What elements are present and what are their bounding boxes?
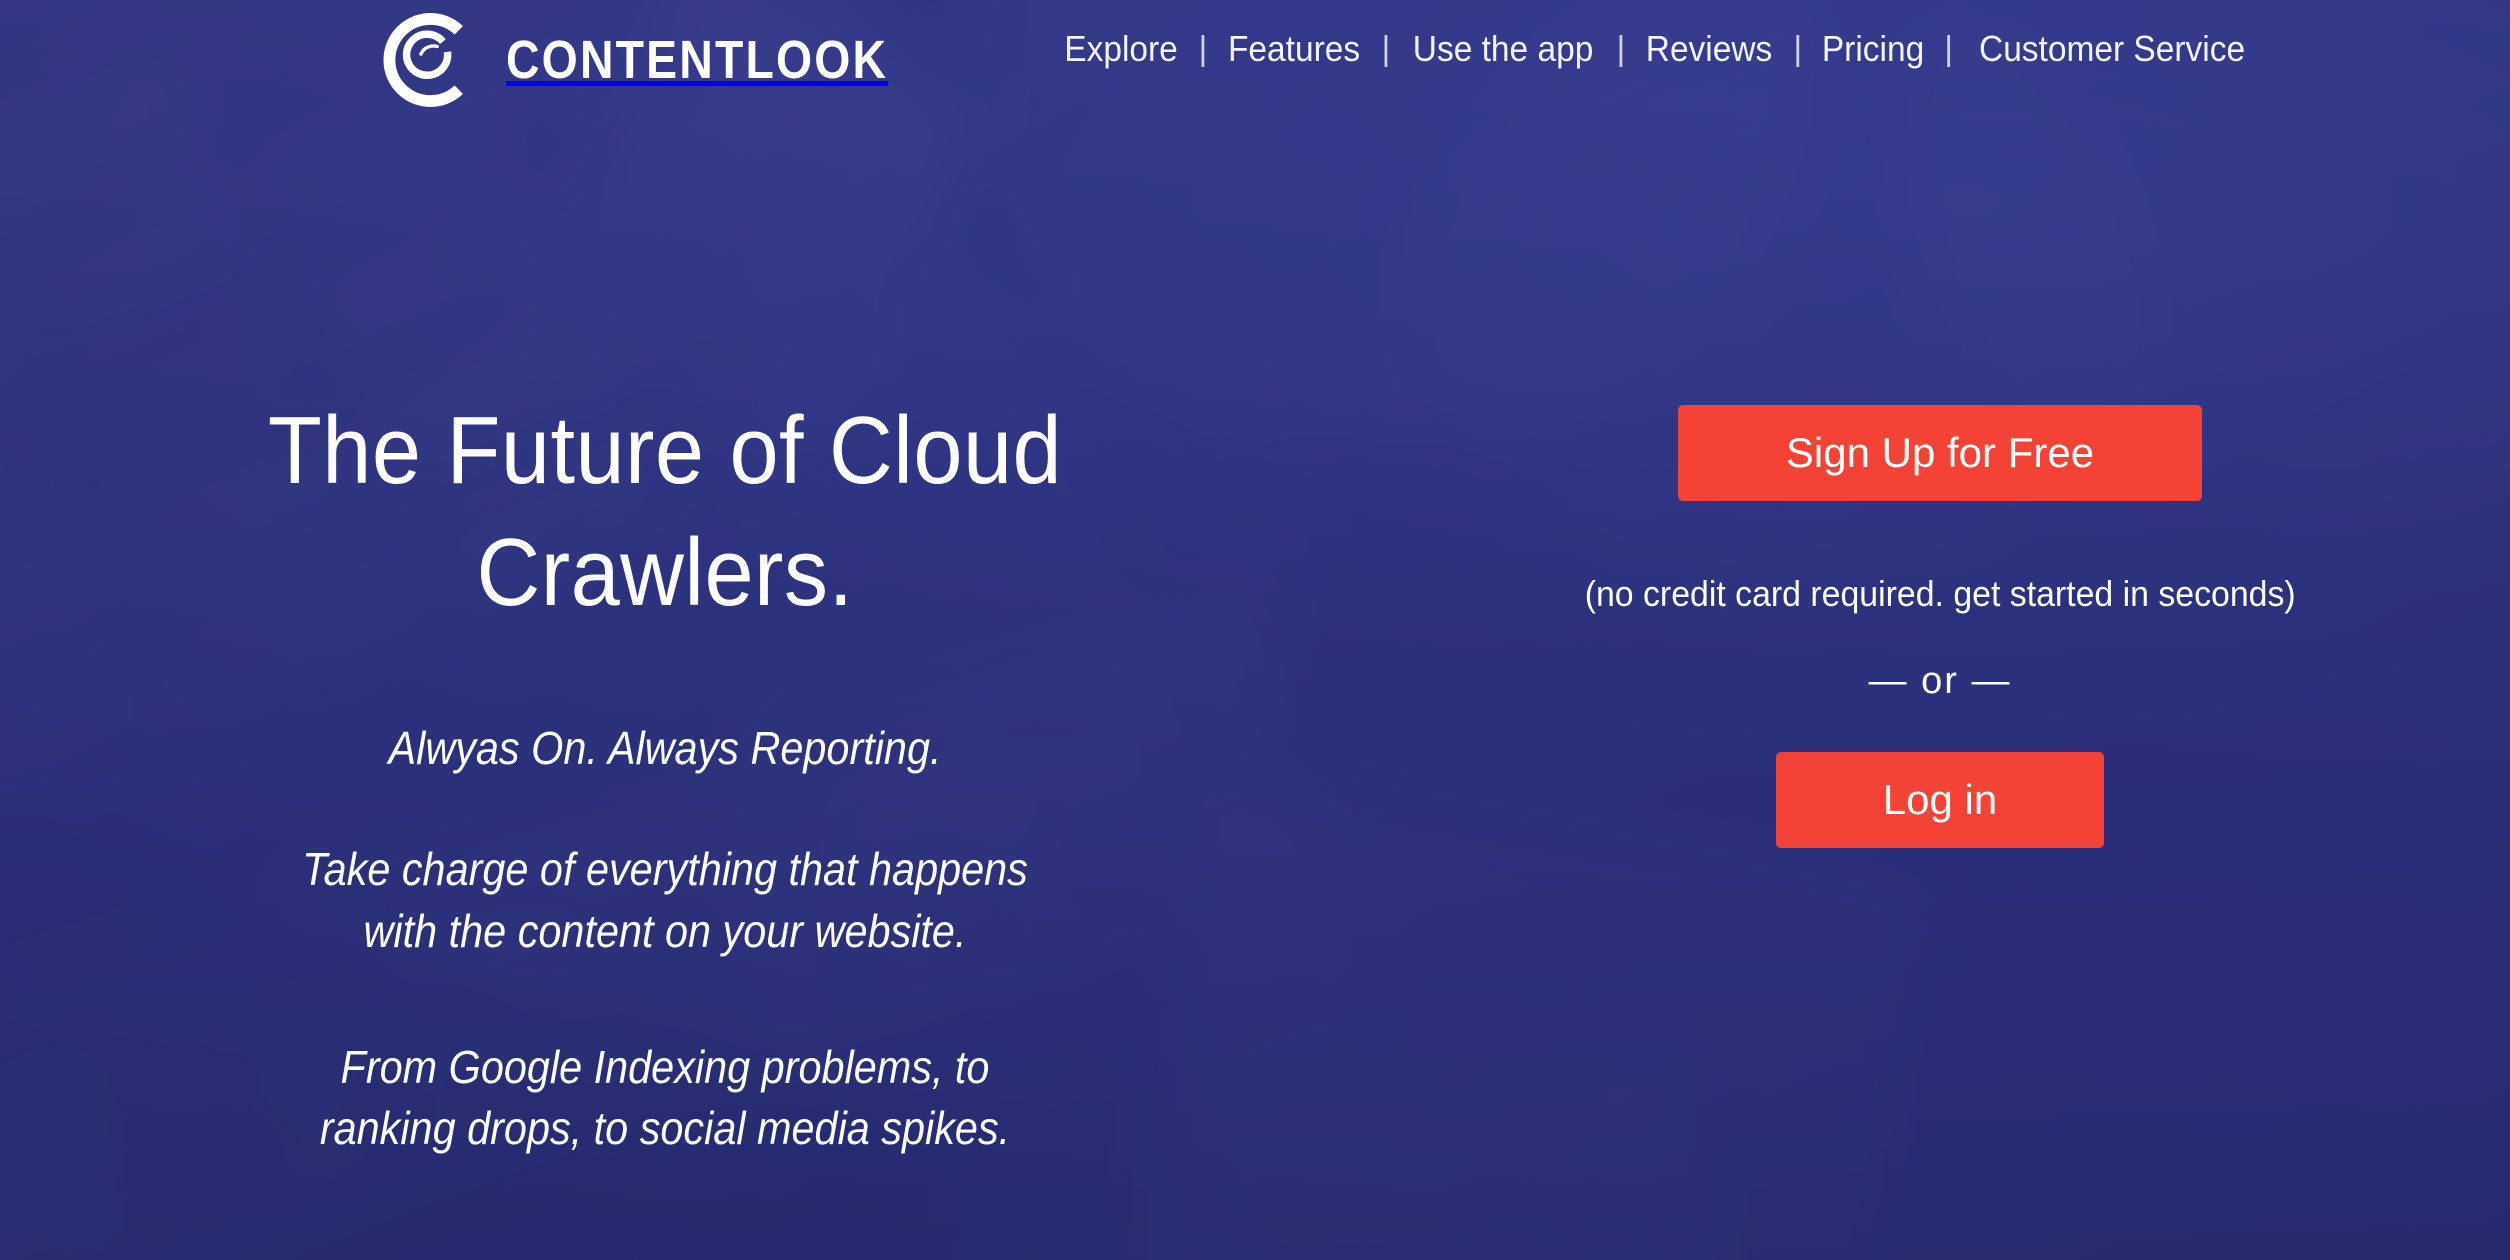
hero-copy-column: The Future of Cloud Crawlers. Alwyas On.… <box>0 150 1370 1260</box>
nav-separator: | <box>1616 30 1626 68</box>
hero-headline-line-1: The Future of Cloud <box>267 397 1063 504</box>
nav-item-customer-service[interactable]: Customer Service <box>1979 31 2245 67</box>
nav-item-pricing[interactable]: Pricing <box>1822 31 1924 67</box>
hero-section: CONTENTLOOK Explore | Features | Use the… <box>0 0 2510 1260</box>
hero-body: The Future of Cloud Crawlers. Alwyas On.… <box>0 150 2510 1260</box>
primary-navigation: Explore | Features | Use the app | Revie… <box>1060 31 2255 67</box>
nav-separator: | <box>1381 30 1391 68</box>
hero-paragraph-2: From Google Indexing problems, to rankin… <box>175 1037 1156 1160</box>
hero-cta-column: Sign Up for Free (no credit card require… <box>1370 150 2510 1260</box>
login-button-wrapper: Log in <box>1776 752 2104 848</box>
site-header: CONTENTLOOK Explore | Features | Use the… <box>0 0 2510 120</box>
hero-paragraph-2-line-2: ranking drops, to social media spikes. <box>319 1102 1011 1155</box>
nav-separator: | <box>1198 30 1208 68</box>
nav-separator: | <box>1793 30 1803 68</box>
log-in-button[interactable]: Log in <box>1776 752 2104 848</box>
hero-paragraph-1-line-1: Take charge of everything that happens <box>302 843 1028 896</box>
nav-separator: | <box>1944 30 1954 68</box>
nav-item-reviews[interactable]: Reviews <box>1646 31 1773 67</box>
or-divider-label: — or — <box>1868 660 2012 702</box>
no-credit-card-note: (no credit card required. get started in… <box>1584 573 2296 614</box>
nav-item-explore[interactable]: Explore <box>1065 31 1179 67</box>
hero-headline-line-2: Crawlers. <box>476 518 854 626</box>
hero-paragraph-1-line-2: with the content on your website. <box>363 905 967 958</box>
hero-paragraph-1: Take charge of everything that happens w… <box>175 839 1156 962</box>
contentlook-logo-icon <box>383 13 463 107</box>
nav-item-use-the-app[interactable]: Use the app <box>1413 31 1594 67</box>
hero-headline: The Future of Cloud Crawlers. <box>164 390 1167 634</box>
brand-logo-link[interactable]: CONTENTLOOK <box>374 6 950 114</box>
hero-paragraph-2-line-1: From Google Indexing problems, to <box>340 1040 990 1093</box>
brand-name: CONTENTLOOK <box>506 30 889 90</box>
hero-tagline: Alwyas On. Always Reporting. <box>388 721 942 774</box>
sign-up-for-free-button[interactable]: Sign Up for Free <box>1678 405 2202 501</box>
nav-item-features[interactable]: Features <box>1228 31 1360 67</box>
